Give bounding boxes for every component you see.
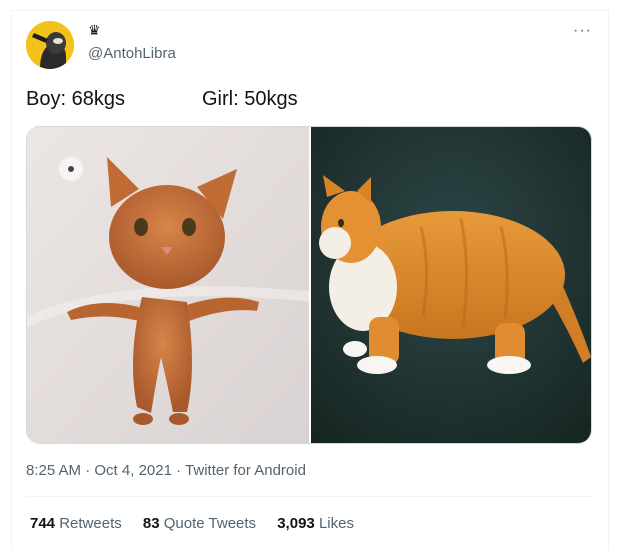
tweet-media bbox=[26, 126, 592, 444]
avatar-image bbox=[26, 21, 74, 69]
tweet-stats: 744 Retweets 83 Quote Tweets 3,093 Likes bbox=[30, 515, 371, 532]
tweet-text-boy: Boy: 68kgs bbox=[26, 88, 125, 110]
separator: · bbox=[176, 462, 182, 479]
tweet-timestamp: 8:25 AM · Oct 4, 2021 · Twitter for Andr… bbox=[26, 462, 306, 479]
crown-icon: ♛ bbox=[88, 22, 101, 38]
likes-stat[interactable]: 3,093 Likes bbox=[277, 515, 354, 532]
tweet-time-link[interactable]: 8:25 AM · Oct 4, 2021 bbox=[26, 462, 172, 479]
divider bbox=[26, 496, 592, 497]
tweet-text: Boy: 68kgs Girl: 50kgs bbox=[26, 88, 586, 114]
author-handle[interactable]: @AntohLibra bbox=[88, 45, 176, 62]
tweet-source-link[interactable]: Twitter for Android bbox=[185, 462, 306, 479]
more-options-icon[interactable]: ··· bbox=[573, 23, 592, 39]
avatar[interactable] bbox=[26, 21, 74, 69]
quote-tweets-stat[interactable]: 83 Quote Tweets bbox=[143, 515, 256, 532]
fat-orange-cat-photo[interactable] bbox=[311, 127, 591, 443]
retweets-stat[interactable]: 744 Retweets bbox=[30, 515, 122, 532]
skinny-wet-cat-photo[interactable] bbox=[27, 127, 309, 443]
tweet-text-girl: Girl: 50kgs bbox=[202, 88, 298, 110]
